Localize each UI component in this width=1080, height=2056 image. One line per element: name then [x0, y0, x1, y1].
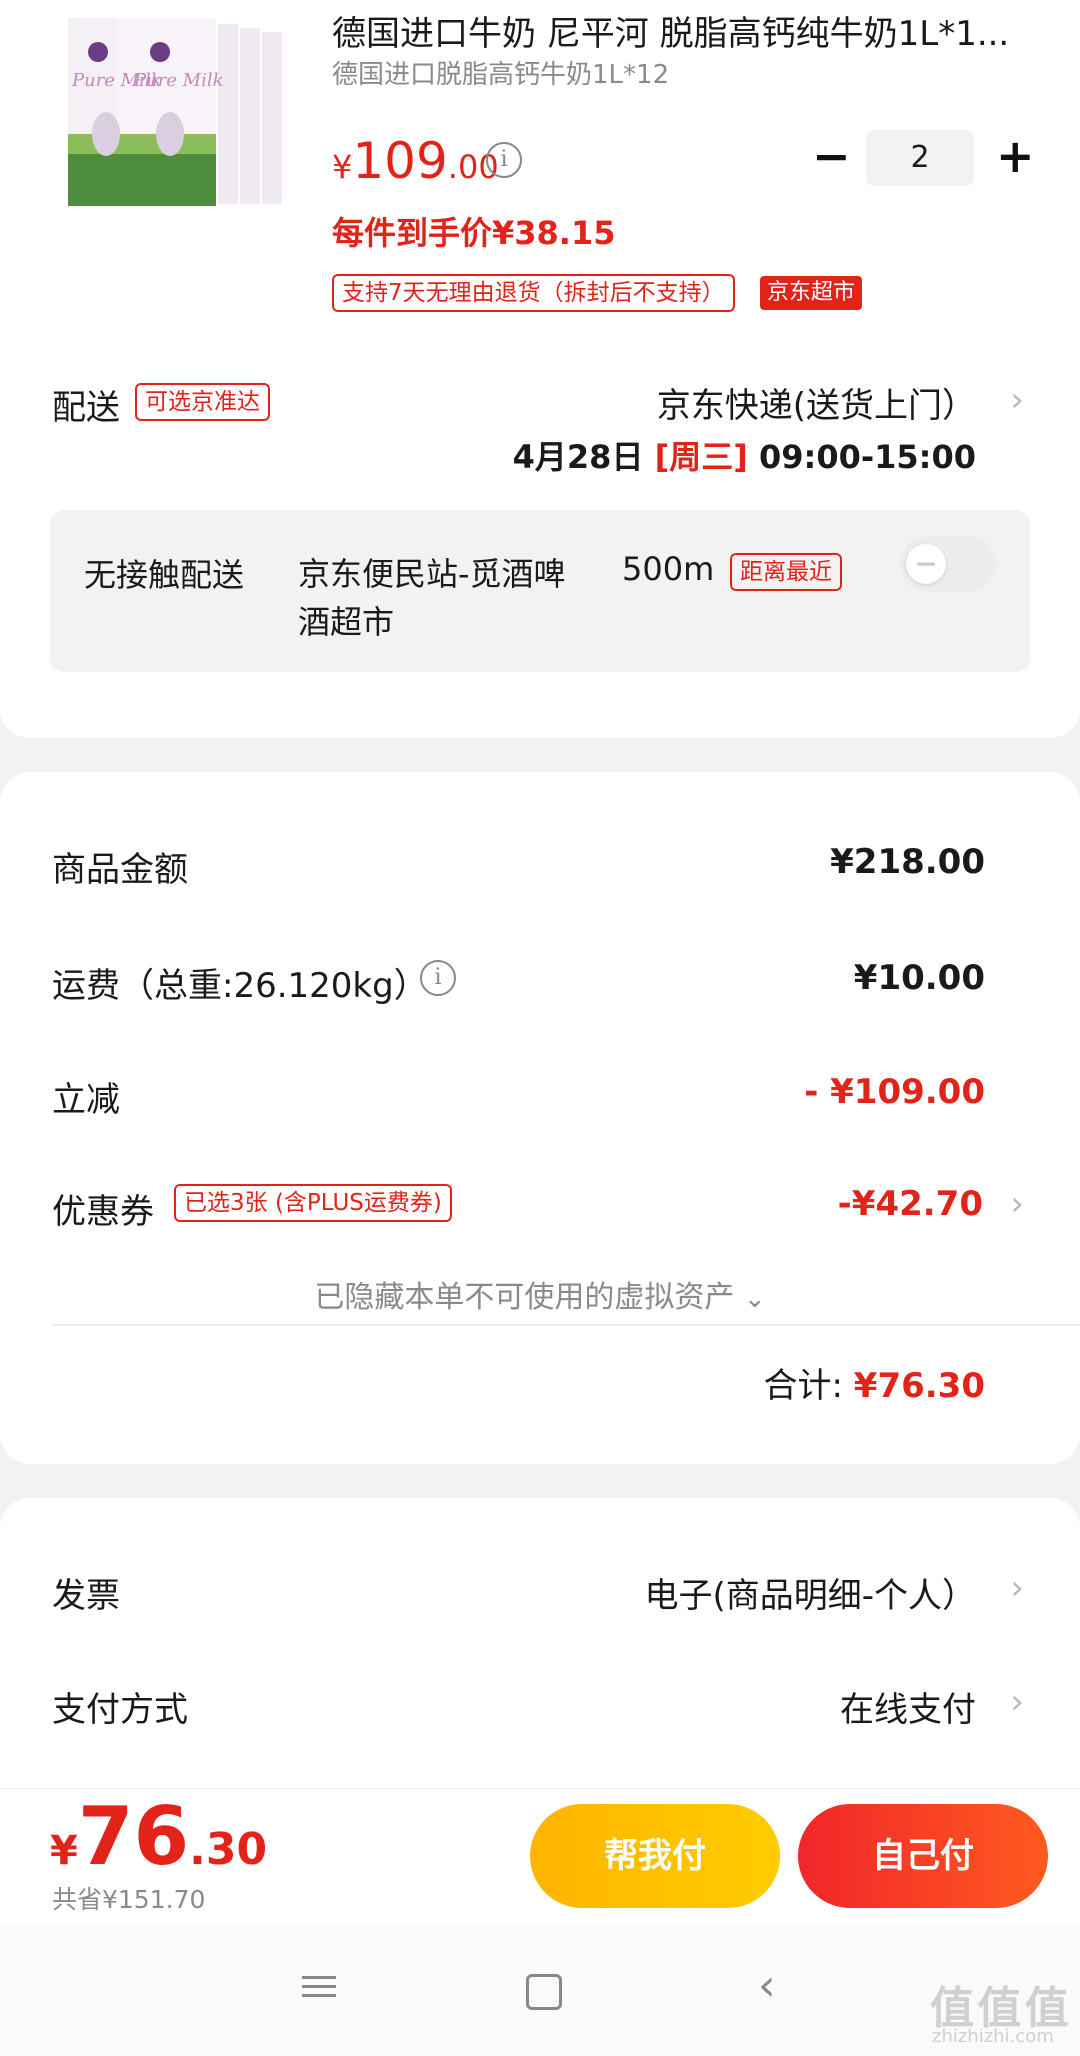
price-integer: 109 [352, 132, 448, 190]
options-card [0, 1498, 1080, 1808]
station-name: 京东便民站-觅酒啤酒超市 [298, 555, 566, 641]
chevron-right-icon[interactable]: › [1010, 1682, 1024, 1722]
distance-tag-wrap: 距离最近 [730, 553, 842, 591]
product-image[interactable]: Pure Milk Pure Milk [68, 14, 286, 206]
jingzhunda-tag-wrap[interactable]: 可选京准达 [135, 383, 270, 421]
total-label: 合计: [763, 1366, 843, 1406]
discount-label: 立减 [52, 1080, 120, 1120]
chevron-right-icon[interactable]: › [1010, 1184, 1024, 1224]
quantity-minus-button[interactable]: − [812, 128, 851, 184]
payment-method-label[interactable]: 支付方式 [52, 1682, 188, 1731]
price-info-icon[interactable]: i [486, 142, 522, 178]
price-currency: ¥ [332, 148, 353, 186]
goods-amount-value: ¥218.00 [830, 842, 985, 882]
chevron-right-icon[interactable]: › [1010, 1568, 1024, 1608]
chevron-right-icon[interactable]: › [1010, 380, 1024, 420]
station-distance: 500m [622, 550, 715, 588]
checkout-amount-int: 76 [77, 1790, 190, 1883]
svg-text:Pure Milk: Pure Milk [133, 70, 224, 91]
checkout-amount-dec: .30 [189, 1824, 268, 1875]
self-pay-button[interactable]: 自己付 [798, 1804, 1048, 1908]
quantity-input[interactable]: 2 [866, 130, 974, 186]
hidden-assets-toggle[interactable]: 已隐藏本单不可使用的虚拟资产 ⌄ [0, 1272, 1080, 1316]
invoice-value[interactable]: 电子(商品明细-个人） [644, 1568, 976, 1617]
delivery-weekday: [周三] [654, 438, 748, 476]
nearest-tag: 距离最近 [730, 553, 842, 591]
coupon-label[interactable]: 优惠券 [52, 1184, 154, 1233]
delivery-method[interactable]: 京东快递(送货上门） [657, 378, 976, 427]
return-policy-tag: 支持7天无理由退货（拆封后不支持） [332, 274, 735, 312]
checkout-amount: ¥76.30 [50, 1790, 267, 1883]
unit-price: 每件到手价¥38.15 [332, 214, 616, 252]
shipping-label: 运费（总重:26.120kg） [52, 966, 428, 1006]
back-icon[interactable]: ‹ [758, 1960, 776, 2011]
delivery-label: 配送 [52, 388, 120, 428]
invoice-label[interactable]: 发票 [52, 1568, 120, 1617]
menu-icon[interactable] [302, 1970, 336, 2003]
coupon-tag[interactable]: 已选3张 (含PLUS运费券) [174, 1184, 452, 1222]
delivery-window: 09:00-15:00 [759, 438, 976, 476]
help-pay-button[interactable]: 帮我付 [530, 1804, 780, 1908]
goods-amount-label: 商品金额 [52, 850, 188, 890]
product-tags: 支持7天无理由退货（拆封后不支持） [332, 274, 735, 312]
coupon-tag-wrap[interactable]: 已选3张 (含PLUS运费券) [174, 1184, 452, 1222]
product-price: ¥109.00 [332, 132, 499, 190]
jd-supermarket-badge: 京东超市 [760, 276, 863, 310]
product-subtitle: 德国进口脱脂高钙牛奶1L*12 [332, 60, 670, 90]
payment-method-value[interactable]: 在线支付 [840, 1682, 976, 1731]
coupon-value[interactable]: -¥42.70 [838, 1184, 983, 1224]
saved-amount: 共省¥151.70 [52, 1885, 206, 1914]
delivery-date: 4月28日 [512, 438, 644, 476]
hidden-assets-text: 已隐藏本单不可使用的虚拟资产 [314, 1280, 735, 1315]
quantity-plus-button[interactable]: + [996, 128, 1035, 184]
product-title[interactable]: 德国进口牛奶 尼平河 脱脂高钙纯牛奶1L*1... [332, 6, 1032, 55]
summary-divider [52, 1324, 1080, 1326]
watermark-site: zhizhizhi.com [932, 2026, 1054, 2047]
toggle-minus-icon: − [906, 544, 946, 584]
total-row: 合计: ¥76.30 [764, 1358, 985, 1407]
contactless-label: 无接触配送 [84, 556, 245, 594]
home-icon[interactable] [526, 1974, 562, 2010]
delivery-time[interactable]: 4月28日 [周三] 09:00-15:00 [513, 432, 976, 478]
shipping-value: ¥10.00 [853, 958, 985, 998]
total-value: ¥76.30 [853, 1366, 985, 1406]
shipping-info-icon[interactable]: i [420, 960, 456, 996]
milk-carton-image: Pure Milk Pure Milk [68, 18, 282, 206]
jingzhunda-tag[interactable]: 可选京准达 [135, 383, 270, 421]
discount-value: - ¥109.00 [804, 1072, 985, 1112]
chevron-down-icon: ⌄ [743, 1284, 766, 1314]
checkout-currency: ¥ [50, 1828, 78, 1874]
